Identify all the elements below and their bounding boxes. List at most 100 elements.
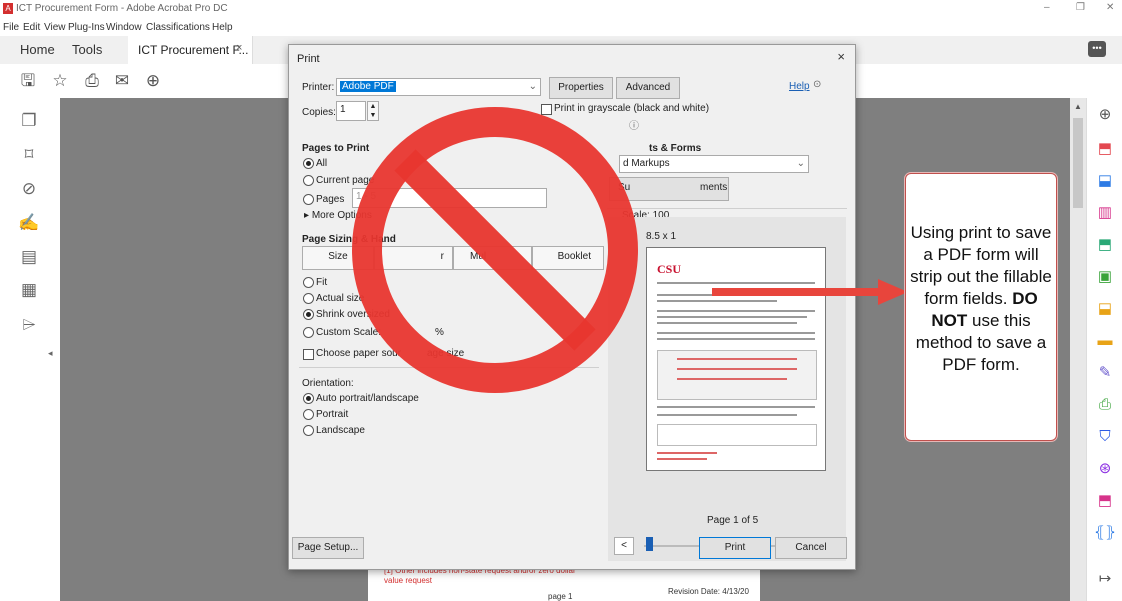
custom-scale-radio[interactable]	[303, 327, 314, 338]
accessibility-icon[interactable]: ⊛	[1094, 458, 1116, 480]
fill-sign-icon[interactable]: ✎	[1094, 362, 1116, 384]
print-preview-area: 8.5 x 1 CSU < >	[608, 217, 846, 561]
tab-close-icon[interactable]: ×	[236, 42, 242, 54]
page-number-text: page 1	[548, 592, 573, 601]
tab-tools[interactable]: Tools	[72, 42, 102, 57]
menu-view[interactable]: View	[44, 22, 66, 33]
size-tab[interactable]: Size	[302, 246, 374, 270]
email-icon[interactable]: ✉	[112, 71, 132, 91]
comments-forms-select[interactable]: d Markups ⌄	[619, 155, 809, 173]
bookmark-star-icon[interactable]: ☆	[50, 71, 70, 91]
pages-to-print-heading: Pages to Print	[302, 143, 370, 154]
pages-range-label: Pages	[316, 194, 345, 205]
custom-scale-label: Custom Scale:	[316, 327, 382, 338]
create-pdf-icon[interactable]: ⬓	[1094, 170, 1116, 192]
print-production-icon[interactable]: ⎙	[1094, 394, 1116, 416]
signature-icon[interactable]: ✍	[18, 212, 40, 234]
print-icon[interactable]: ⎙	[82, 71, 102, 91]
landscape-radio[interactable]	[303, 425, 314, 436]
collapse-icon[interactable]: ↦	[1094, 568, 1116, 590]
callout-text: Using print to save a PDF form will stri…	[906, 222, 1056, 376]
zoom-icon[interactable]: ⊕	[1094, 104, 1116, 126]
current-page-radio[interactable]	[303, 175, 314, 186]
scroll-up-icon[interactable]: ▲	[1074, 102, 1082, 111]
menu-edit[interactable]: Edit	[23, 22, 40, 33]
portrait-label: Portrait	[316, 409, 349, 420]
right-tools-rail: ⊕ ⬒ ⬓ ▥ ⬒ ▣ ⬓ ▬ ✎ ⎙ ⛉ ⊛ ⬒ ⦃⦄ ↦	[1086, 98, 1122, 601]
dialog-title: Print	[297, 53, 320, 65]
menu-plugins[interactable]: Plug-Ins	[68, 22, 105, 33]
vertical-scrollbar[interactable]: ▲	[1070, 98, 1086, 601]
preview-prev-button[interactable]: <	[614, 537, 634, 555]
more-options-toggle[interactable]: ▸ More Options	[304, 210, 372, 221]
printer-label: Printer:	[302, 82, 335, 93]
attachment-icon[interactable]: ⊘	[18, 178, 40, 200]
multiple-tab[interactable]: Mul	[453, 246, 532, 270]
copies-input[interactable]: 1	[336, 101, 366, 121]
tag-icon[interactable]: ⌲	[18, 314, 40, 336]
current-page-label: Current page	[316, 175, 375, 186]
tab-document[interactable]: ICT Procurement F... ×	[128, 36, 253, 64]
summarize-comments-button[interactable]: Su ments	[609, 177, 729, 201]
combine-icon[interactable]: ⬒	[1094, 234, 1116, 256]
revision-date-text: Revision Date: 4/13/20	[668, 587, 749, 596]
minimize-button[interactable]: –	[1044, 2, 1050, 13]
sticky-note-icon[interactable]: ▬	[1094, 330, 1116, 352]
page-sizing-heading: Page Sizing & Hand	[302, 234, 396, 245]
warning-callout: Using print to save a PDF form will stri…	[905, 173, 1057, 441]
print-button[interactable]: Print	[699, 537, 771, 559]
bookmark-icon[interactable]: ⌑	[18, 144, 40, 166]
fit-radio[interactable]	[303, 277, 314, 288]
organize-icon[interactable]: ▣	[1094, 266, 1116, 288]
divider	[607, 208, 847, 209]
pages-range-input[interactable]: 1 - 5	[352, 188, 547, 208]
scan-icon[interactable]: ⬓	[1094, 298, 1116, 320]
red-arrow-icon	[712, 279, 908, 305]
paper-source-checkbox[interactable]	[303, 349, 314, 360]
restore-button[interactable]: ❐	[1076, 2, 1085, 13]
copies-stepper[interactable]: ▲ ▼	[367, 101, 379, 121]
chevron-down-icon: ⌄	[796, 158, 805, 169]
actual-size-radio[interactable]	[303, 293, 314, 304]
chat-icon[interactable]: •••	[1088, 41, 1106, 57]
auto-orientation-radio[interactable]	[303, 393, 314, 404]
expand-icon[interactable]: ⦃⦄	[1094, 522, 1116, 544]
page-setup-button[interactable]: Page Setup...	[292, 537, 364, 559]
close-window-button[interactable]: ✕	[1106, 2, 1114, 13]
portrait-radio[interactable]	[303, 409, 314, 420]
grayscale-checkbox[interactable]	[541, 104, 552, 115]
collapse-left-icon[interactable]: ◂	[48, 348, 53, 359]
menu-help[interactable]: Help	[212, 22, 233, 33]
booklet-tab[interactable]: Booklet	[532, 246, 604, 270]
help-icon[interactable]: ⊙	[813, 79, 821, 90]
export-pdf-icon[interactable]: ⬒	[1094, 138, 1116, 160]
menu-classifications[interactable]: Classifications	[146, 22, 210, 33]
properties-button[interactable]: Properties	[549, 77, 613, 99]
page-slider-thumb[interactable]	[646, 537, 653, 551]
pages-range-radio[interactable]	[303, 194, 314, 205]
pages-icon[interactable]: ❐	[18, 110, 40, 132]
tab-home[interactable]: Home	[20, 42, 55, 57]
search-zoom-icon[interactable]: ⊕	[143, 71, 163, 91]
poster-tab[interactable]: r	[374, 246, 453, 270]
menu-window[interactable]: Window	[106, 22, 142, 33]
protect-icon[interactable]: ⛉	[1094, 426, 1116, 448]
layers-icon[interactable]: ▦	[18, 279, 40, 301]
cancel-button[interactable]: Cancel	[775, 537, 847, 559]
document-icon[interactable]: ▤	[18, 246, 40, 268]
copies-label: Copies:	[302, 107, 336, 118]
auto-orientation-label: Auto portrait/landscape	[316, 393, 419, 404]
scroll-thumb[interactable]	[1073, 118, 1083, 208]
edit-pdf-icon[interactable]: ▥	[1094, 202, 1116, 224]
all-pages-radio[interactable]	[303, 158, 314, 169]
dialog-close-icon[interactable]: ×	[837, 49, 845, 64]
paper-size-readout: 8.5 x 1	[646, 231, 677, 242]
shrink-oversized-radio[interactable]	[303, 309, 314, 320]
menu-file[interactable]: File	[3, 22, 19, 33]
printer-select[interactable]: Adobe PDF ⌄	[336, 78, 541, 96]
paper-source-label: Choose paper sour	[316, 348, 402, 359]
more-tools-icon[interactable]: ⬒	[1094, 490, 1116, 512]
save-icon[interactable]: 🖫	[18, 71, 38, 91]
advanced-button[interactable]: Advanced	[616, 77, 680, 99]
help-link[interactable]: Help	[789, 81, 810, 92]
